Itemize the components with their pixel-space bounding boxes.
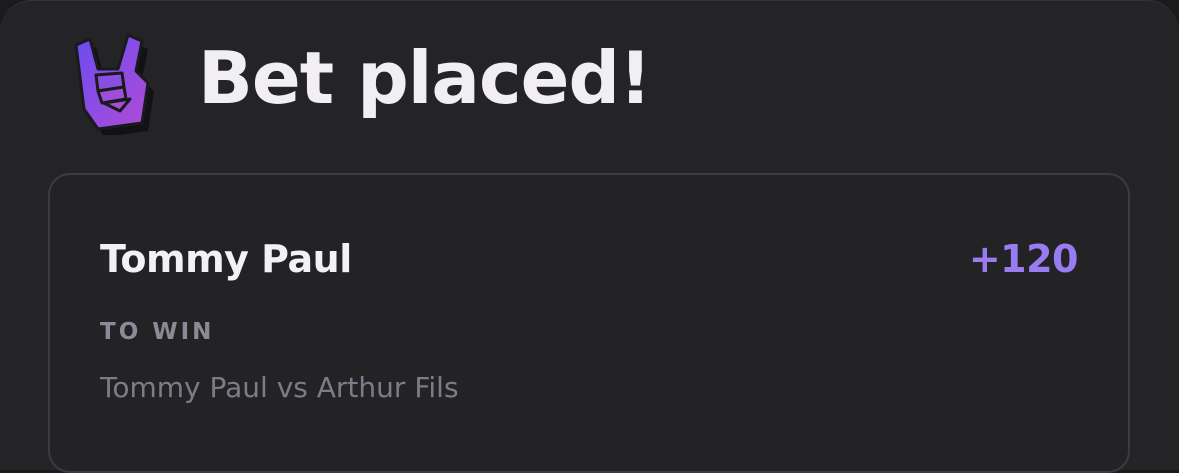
bet-matchup: Tommy Paul vs Arthur Fils — [100, 371, 459, 404]
bet-odds: +120 — [968, 237, 1079, 281]
bet-market: TO WIN — [100, 319, 215, 345]
rock-hand-icon — [74, 33, 154, 135]
bet-card[interactable]: Tommy Paul +120 TO WIN Tommy Paul vs Art… — [48, 173, 1130, 473]
bet-selection-row: Tommy Paul +120 — [100, 237, 1079, 281]
confirmation-header: Bet placed! — [68, 27, 652, 137]
bet-selection: Tommy Paul — [100, 237, 352, 281]
page-title: Bet placed! — [198, 36, 652, 120]
bet-confirmation-sheet: Bet placed! Tommy Paul +120 TO WIN Tommy… — [0, 0, 1179, 473]
